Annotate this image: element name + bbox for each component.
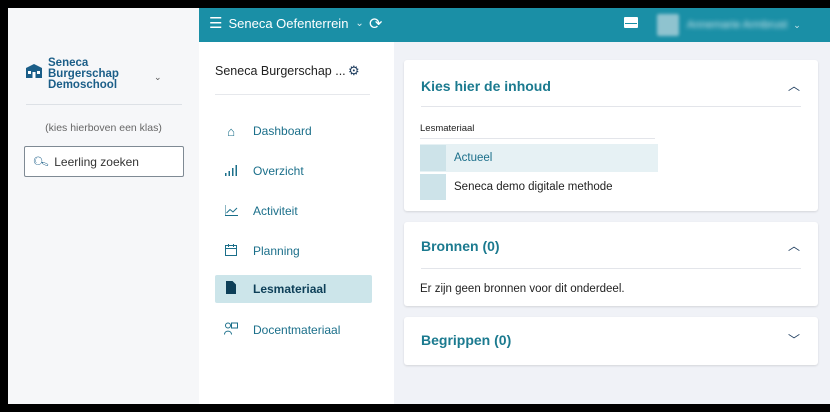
hamburger-icon: ☰ (209, 15, 223, 32)
list-item[interactable]: Seneca demo digitale methode (420, 173, 658, 201)
nav-item-label: Activiteit (253, 204, 298, 218)
chevron-up-icon[interactable]: ︿ (788, 77, 800, 94)
avatar (657, 14, 679, 36)
list-item[interactable]: Actueel (420, 144, 658, 172)
content-picker-card: Kies hier de inhoud ︿ Lesmateriaal Actue… (404, 60, 818, 211)
card-title: Kies hier de inhoud (421, 78, 551, 94)
school-switcher-button[interactable]: ☰ Seneca Oefenterrein ⌄ (209, 16, 364, 31)
empty-state-text: Er zijn geen bronnen voor dit onderdeel. (420, 283, 625, 295)
school-switcher-label: Seneca Oefenterrein (228, 16, 349, 31)
home-icon: ⌂ (227, 123, 235, 139)
item-thumbnail (420, 174, 446, 200)
nav-item-docentmateriaal[interactable]: Docentmateriaal (215, 316, 372, 344)
app-window: ☰ Seneca Oefenterrein ⌄ ⟳ Annemarie Armb… (8, 8, 830, 404)
nav-item-label: Docentmateriaal (253, 323, 341, 337)
course-title: Seneca Burgerschap ... (215, 64, 346, 78)
top-bar: ☰ Seneca Oefenterrein ⌄ ⟳ Annemarie Armb… (8, 8, 830, 42)
user-menu[interactable]: Annemarie Armbrust ⌄ (657, 14, 801, 36)
section-label: Lesmateriaal (420, 123, 475, 134)
calendar-icon (223, 243, 239, 259)
nav-item-lesmateriaal[interactable]: Lesmateriaal (215, 275, 372, 303)
school-name-line: Demoschool (48, 79, 118, 91)
nav-item-planning[interactable]: Planning (215, 237, 372, 265)
concepts-card[interactable]: Begrippen (0) ﹀ (404, 317, 818, 365)
chevron-down-icon: ⌄ (355, 18, 364, 29)
user-name: Annemarie Armbrust (687, 19, 788, 31)
divider (420, 138, 655, 139)
mail-icon[interactable] (624, 17, 638, 28)
divider (26, 104, 182, 105)
card-title: Bronnen (0) (421, 238, 500, 254)
divider (215, 94, 370, 95)
nav-item-label: Overzicht (253, 164, 304, 178)
bar-chart-icon (223, 164, 239, 179)
line-chart-icon (223, 204, 239, 219)
student-search-input[interactable]: 🔍︎ Leerling zoeken (24, 146, 184, 177)
nav-item-dashboard[interactable]: ⌂ Dashboard (215, 117, 372, 145)
school-sidebar: Seneca Burgerschap Demoschool ⌄ (kies hi… (8, 42, 199, 404)
chevron-down-icon[interactable]: ⌄ (154, 72, 162, 83)
school-logo-button[interactable]: Seneca Burgerschap Demoschool (26, 57, 119, 91)
chevron-down-icon: ⌄ (793, 19, 801, 30)
nav-item-label: Lesmateriaal (253, 282, 327, 296)
school-building-icon (26, 64, 42, 78)
divider (421, 106, 801, 107)
chevron-up-icon[interactable]: ︿ (788, 237, 800, 254)
divider (421, 268, 801, 269)
search-icon: 🔍︎ (31, 152, 51, 171)
class-hint: (kies hierboven een klas) (45, 122, 162, 134)
nav-item-overzicht[interactable]: Overzicht (215, 157, 372, 185)
search-placeholder: Leerling zoeken (54, 154, 139, 169)
list-item-label: Seneca demo digitale methode (454, 181, 613, 193)
document-icon (223, 281, 239, 297)
nav-item-activiteit[interactable]: Activiteit (215, 197, 372, 225)
nav-item-label: Planning (253, 244, 300, 258)
course-nav: Seneca Burgerschap ... ⚙ ⌂ Dashboard Ove… (199, 42, 394, 404)
list-item-label: Actueel (454, 152, 493, 164)
nav-item-label: Dashboard (253, 124, 312, 138)
item-thumbnail (420, 145, 446, 171)
gear-icon[interactable]: ⚙ (348, 63, 360, 79)
card-title: Begrippen (0) (421, 332, 512, 348)
refresh-icon[interactable]: ⟳ (369, 14, 382, 34)
chevron-down-icon[interactable]: ﹀ (788, 331, 800, 348)
teacher-icon (223, 322, 239, 338)
sources-card: Bronnen (0) ︿ Er zijn geen bronnen voor … (404, 222, 818, 306)
